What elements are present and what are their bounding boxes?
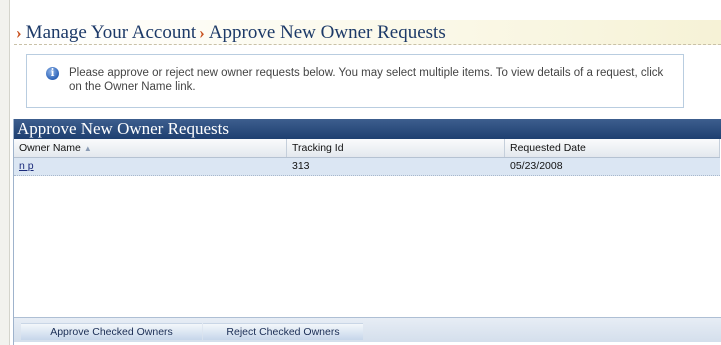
column-header-requested-date[interactable]: Requested Date [505,139,720,157]
cell-owner-name: n p [14,158,287,175]
column-header-label: Requested Date [510,142,586,154]
grid-footer: Approve Checked Owners Reject Checked Ow… [14,317,721,342]
table-row[interactable]: n p 313 05/23/2008 [14,158,720,176]
column-header-label: Tracking Id [292,142,344,154]
sort-ascending-icon: ▲ [83,144,92,153]
info-message: Please approve or reject new owner reque… [69,67,664,93]
breadcrumb-item-approve-requests: Approve New Owner Requests [208,22,446,43]
reject-checked-owners-button[interactable]: Reject Checked Owners [203,323,363,340]
panel-title: Approve New Owner Requests [17,119,229,138]
left-rail [0,0,10,345]
breadcrumb-separator: › [199,23,205,42]
info-icon: i [46,67,59,80]
column-header-tracking-id[interactable]: Tracking Id [287,139,505,157]
column-header-label: Owner Name [19,142,81,154]
breadcrumb: › Manage Your Account › Approve New Owner R… [16,22,446,44]
info-message-box: i Please approve or reject new owner req… [26,54,684,108]
panel-title-bar: Approve New Owner Requests [14,119,721,139]
page-header: › Manage Your Account › Approve New Owner R… [14,20,721,45]
owner-name-link[interactable]: n p [19,160,34,172]
breadcrumb-item-manage-account[interactable]: Manage Your Account [26,22,196,43]
grid-empty-area [14,176,720,317]
column-header-owner-name[interactable]: Owner Name ▲ [14,139,287,157]
cell-requested-date: 05/23/2008 [510,160,563,172]
grid-header: Owner Name ▲ Tracking Id Requested Date [14,139,720,158]
approve-checked-owners-button[interactable]: Approve Checked Owners [21,323,202,340]
approve-requests-panel: Approve New Owner Requests Owner Name ▲ T… [13,119,721,345]
cell-tracking-id: 313 [292,160,310,172]
breadcrumb-separator: › [16,23,22,42]
